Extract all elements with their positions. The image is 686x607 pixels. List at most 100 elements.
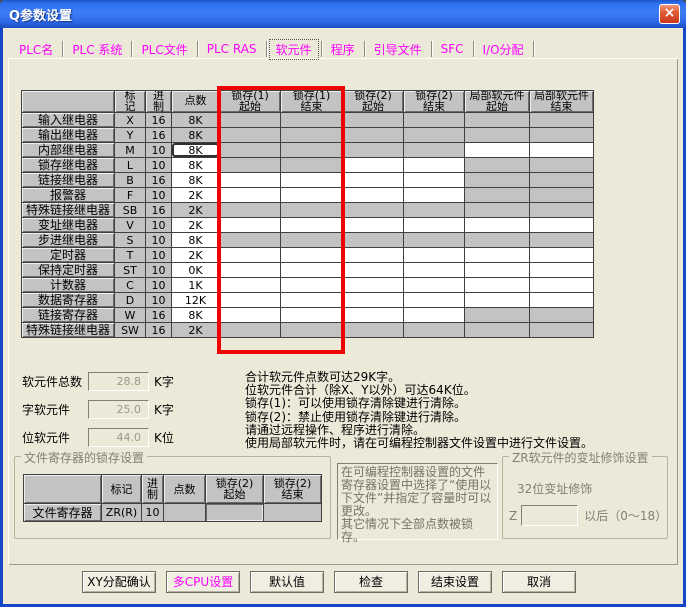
device-latch-cell <box>404 233 465 248</box>
device-latch-cell[interactable] <box>220 293 281 308</box>
device-latch-cell[interactable] <box>404 248 465 263</box>
tab-2[interactable]: PLC 系统 <box>66 40 128 59</box>
file-register-row: 文件寄存器ZR(R)10 <box>24 504 322 522</box>
device-points-cell[interactable]: 8K <box>172 143 220 158</box>
tab-5[interactable]: 软元件 <box>270 40 318 59</box>
word-device-row: 字软元件 25.0 K字 <box>22 400 174 419</box>
device-points-cell: 2K <box>172 323 220 338</box>
tab-separator <box>473 41 474 57</box>
device-latch-cell[interactable] <box>281 308 343 323</box>
device-latch-cell <box>281 158 343 173</box>
device-latch-cell[interactable] <box>465 278 530 293</box>
tab-1[interactable]: PLC名 <box>13 40 59 59</box>
device-latch-cell <box>404 128 465 143</box>
device-latch-cell[interactable] <box>343 218 404 233</box>
device-latch-cell[interactable] <box>343 278 404 293</box>
device-latch-cell[interactable] <box>404 218 465 233</box>
device-points-cell[interactable]: 12K <box>172 293 220 308</box>
device-points-cell[interactable]: 1K <box>172 278 220 293</box>
device-latch-cell[interactable] <box>404 278 465 293</box>
device-latch-cell[interactable] <box>530 218 594 233</box>
device-latch-cell[interactable] <box>404 158 465 173</box>
device-symbol-cell: B <box>115 173 146 188</box>
device-row-F: 报警器F102K <box>22 188 594 203</box>
device-latch-cell[interactable] <box>281 278 343 293</box>
tab-4[interactable]: PLC RAS <box>201 41 263 57</box>
device-base-cell: 16 <box>146 203 172 218</box>
device-symbol-cell: X <box>115 113 146 128</box>
close-icon[interactable] <box>659 4 680 24</box>
device-points-cell[interactable]: 2K <box>172 188 220 203</box>
device-points-cell[interactable]: 0K <box>172 263 220 278</box>
device-points-cell[interactable]: 8K <box>172 233 220 248</box>
device-latch-cell[interactable] <box>404 173 465 188</box>
device-col-header: 进 制 <box>146 91 172 113</box>
device-latch-cell[interactable] <box>404 188 465 203</box>
device-points-cell[interactable]: 8K <box>172 173 220 188</box>
device-latch-cell <box>465 233 530 248</box>
device-base-cell: 10 <box>146 263 172 278</box>
device-latch-cell[interactable] <box>343 308 404 323</box>
device-latch-cell[interactable] <box>343 263 404 278</box>
default-button[interactable]: 默认值 <box>250 571 324 593</box>
device-latch-cell[interactable] <box>530 278 594 293</box>
device-latch-cell[interactable] <box>281 218 343 233</box>
device-latch-cell[interactable] <box>220 218 281 233</box>
device-points-cell[interactable]: 2K <box>172 218 220 233</box>
multi-cpu-settings-button[interactable]: 多CPU设置 <box>166 571 240 593</box>
device-points-cell[interactable]: 8K <box>172 158 220 173</box>
device-latch-cell[interactable] <box>343 188 404 203</box>
device-latch-cell[interactable] <box>530 293 594 308</box>
device-latch-cell[interactable] <box>404 293 465 308</box>
device-points-cell[interactable]: 8K <box>172 308 220 323</box>
device-latch-cell[interactable] <box>530 263 594 278</box>
device-latch-cell <box>281 203 343 218</box>
device-latch-cell[interactable] <box>343 293 404 308</box>
cancel-button[interactable]: 取消 <box>502 571 576 593</box>
device-latch-cell[interactable] <box>220 263 281 278</box>
device-latch-cell[interactable] <box>220 188 281 203</box>
file-register-col-header: 标记 <box>102 475 142 504</box>
device-latch-cell <box>530 323 594 338</box>
device-latch-cell[interactable] <box>220 278 281 293</box>
device-symbol-cell: V <box>115 218 146 233</box>
device-latch-cell[interactable] <box>281 188 343 203</box>
check-button[interactable]: 检查 <box>334 571 408 593</box>
tab-9[interactable]: I/O分配 <box>477 40 530 59</box>
tab-8[interactable]: SFC <box>435 41 470 57</box>
device-latch-cell[interactable] <box>343 173 404 188</box>
xy-assignment-confirm-button[interactable]: XY分配确认 <box>82 571 156 593</box>
tab-3[interactable]: PLC文件 <box>135 40 193 59</box>
tab-6[interactable]: 程序 <box>325 40 361 59</box>
device-row-label: 特殊链接继电器 <box>22 203 115 218</box>
end-setup-button[interactable]: 结束设置 <box>418 571 492 593</box>
device-latch-cell[interactable] <box>530 248 594 263</box>
device-latch-cell[interactable] <box>404 263 465 278</box>
device-latch-cell[interactable] <box>281 293 343 308</box>
device-latch-cell[interactable] <box>220 173 281 188</box>
bit-device-unit: K位 <box>154 429 174 446</box>
device-latch-cell[interactable] <box>404 308 465 323</box>
device-latch-cell[interactable] <box>281 248 343 263</box>
device-col-header: 局部软元件 结束 <box>530 91 594 113</box>
device-latch-cell[interactable] <box>465 143 530 158</box>
device-latch-cell[interactable] <box>465 218 530 233</box>
device-latch-cell <box>220 158 281 173</box>
device-points-cell[interactable]: 2K <box>172 248 220 263</box>
device-col-header: 锁存(2) 结束 <box>404 91 465 113</box>
device-latch-cell[interactable] <box>465 263 530 278</box>
device-latch-cell <box>281 113 343 128</box>
device-latch-cell[interactable] <box>343 158 404 173</box>
device-latch-cell[interactable] <box>220 248 281 263</box>
device-latch-cell[interactable] <box>530 143 594 158</box>
device-latch-cell[interactable] <box>465 248 530 263</box>
device-row-label: 定时器 <box>22 248 115 263</box>
device-latch-cell[interactable] <box>281 173 343 188</box>
device-base-cell: 10 <box>146 233 172 248</box>
tab-7[interactable]: 引导文件 <box>368 40 428 59</box>
device-symbol-cell: L <box>115 158 146 173</box>
device-latch-cell[interactable] <box>220 308 281 323</box>
device-latch-cell[interactable] <box>465 293 530 308</box>
device-latch-cell[interactable] <box>281 263 343 278</box>
device-latch-cell[interactable] <box>343 248 404 263</box>
